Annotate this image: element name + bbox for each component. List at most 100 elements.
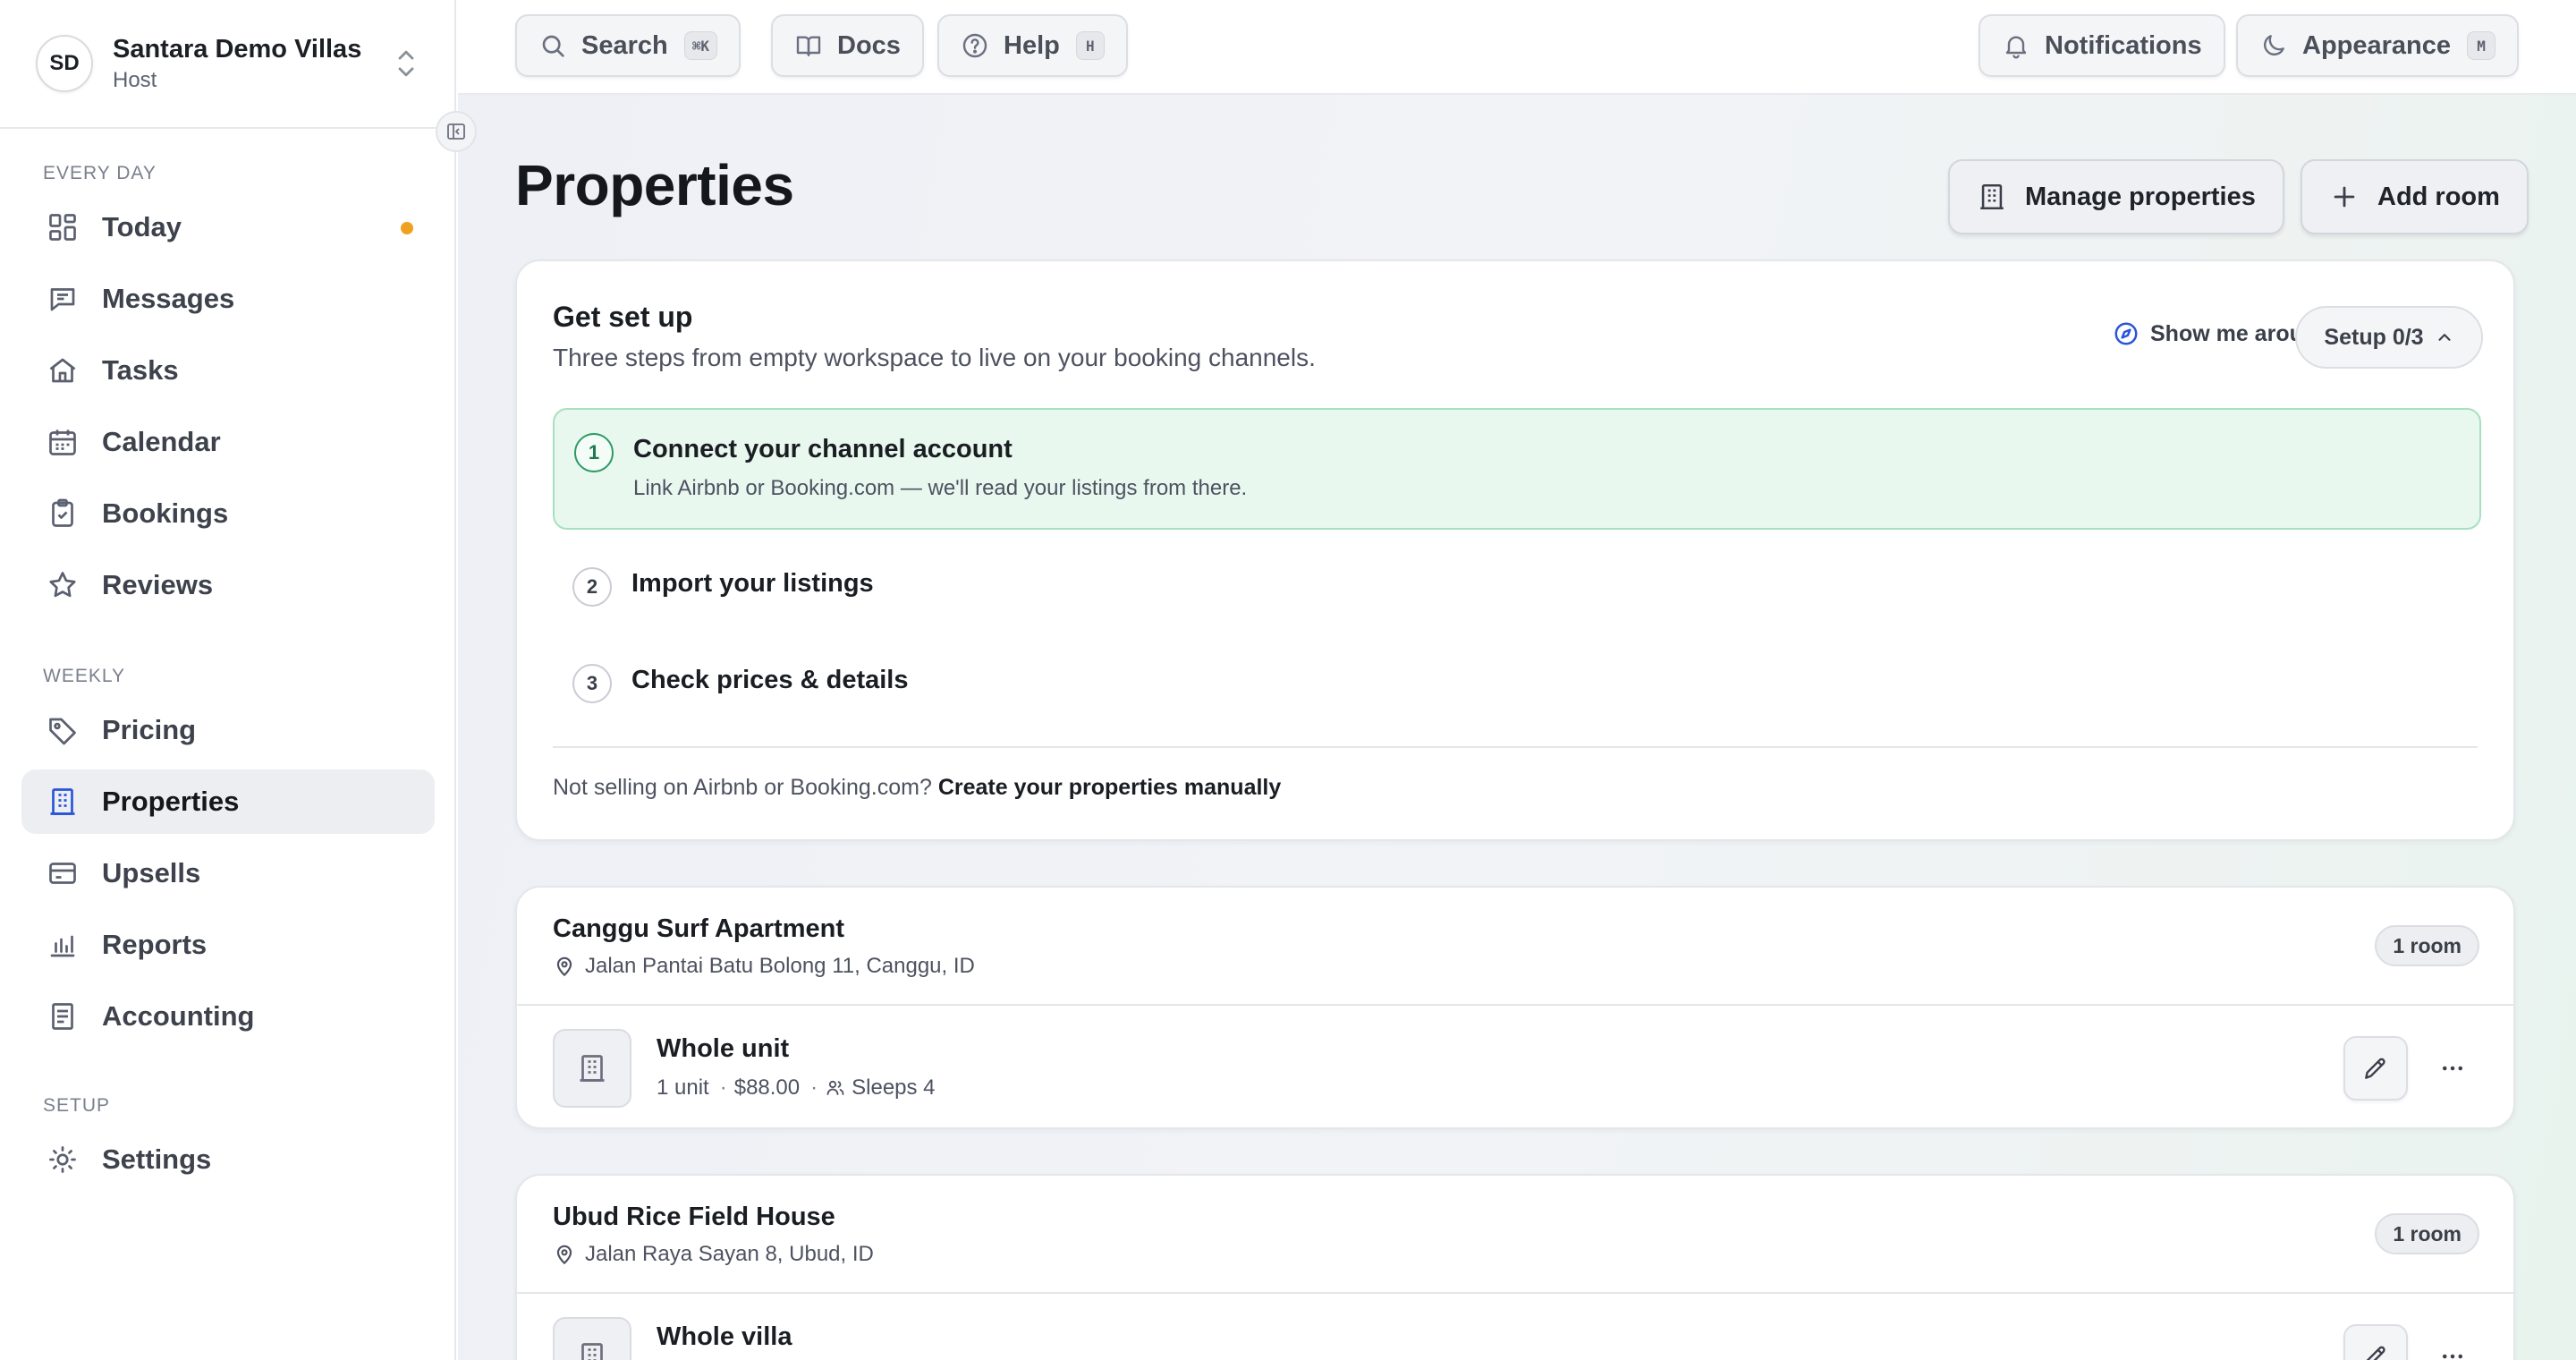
setup-subtitle: Three steps from empty workspace to live… (553, 344, 1316, 371)
room-row[interactable]: Whole villa (517, 1294, 2513, 1360)
pencil-icon (2365, 1058, 2385, 1079)
search-label: Search (581, 30, 668, 60)
property-address-text: Jalan Pantai Batu Bolong 11, Canggu, ID (585, 954, 975, 978)
tag-icon (49, 718, 76, 745)
compass-icon (2114, 322, 2138, 345)
sidebar-item-label: Today (102, 211, 182, 242)
top-bar: Search ⌘K Docs Help H Notifications Appe… (458, 0, 2576, 95)
setup-title: Get set up (553, 301, 693, 333)
divider (553, 746, 2478, 748)
property-header[interactable]: Ubud Rice Field House Jalan Raya Sayan 8… (517, 1176, 2513, 1294)
property-address: Jalan Raya Sayan 8, Ubud, ID (553, 1242, 874, 1267)
main-content: Properties Manage properties Add room Ge… (458, 95, 2576, 1360)
edit-room-button[interactable] (2343, 1324, 2408, 1360)
help-circle-icon (962, 33, 987, 58)
add-room-button[interactable]: Add room (2301, 159, 2529, 234)
notifications-button[interactable]: Notifications (1979, 14, 2225, 77)
credit-card-icon (49, 863, 76, 884)
ledger-icon (52, 1003, 73, 1030)
more-options-button[interactable] (2436, 1340, 2469, 1360)
appearance-shortcut: M (2467, 31, 2496, 60)
calendar-icon (49, 429, 76, 455)
docs-button[interactable]: Docs (771, 14, 924, 77)
sidebar-item-messages[interactable]: Messages (21, 267, 435, 331)
more-horizontal-icon (2443, 1354, 2462, 1359)
workspace-switcher[interactable]: SD Santara Demo Villas Host (0, 0, 454, 129)
separator-dot: · (719, 1075, 727, 1100)
search-button[interactable]: Search ⌘K (515, 14, 741, 77)
book-icon (796, 36, 821, 56)
room-thumbnail (553, 1317, 631, 1360)
moon-icon (2264, 35, 2284, 55)
message-icon (50, 288, 75, 311)
appearance-label: Appearance (2302, 30, 2452, 60)
edit-room-button[interactable] (2343, 1036, 2408, 1101)
nav-section-setup: SETUP Settings (21, 1093, 435, 1192)
setup-progress-label: Setup 0/3 (2324, 324, 2424, 350)
nav-heading: EVERY DAY (43, 163, 157, 183)
sidebar: SD Santara Demo Villas Host EVERY DAY To… (0, 0, 456, 1360)
workspace-avatar: SD (36, 35, 93, 92)
step-title: Check prices & details (631, 666, 909, 694)
step-number: 3 (572, 664, 612, 703)
sidebar-item-tasks[interactable]: Tasks (21, 338, 435, 403)
sidebar-item-reports[interactable]: Reports (21, 913, 435, 977)
more-options-button[interactable] (2436, 1052, 2469, 1084)
appearance-button[interactable]: Appearance M (2236, 14, 2520, 77)
sidebar-item-label: Properties (102, 786, 240, 817)
step-description: Link Airbnb or Booking.com — we'll read … (633, 476, 1248, 500)
chevron-up-down-icon (398, 50, 414, 77)
plus-icon (2334, 186, 2355, 208)
sidebar-item-label: Accounting (102, 1000, 255, 1032)
add-room-label: Add room (2377, 182, 2500, 211)
manage-properties-button[interactable]: Manage properties (1948, 159, 2284, 234)
step-title: Connect your channel account (633, 435, 1013, 463)
manual-create-prefix: Not selling on Airbnb or Booking.com? (553, 775, 932, 800)
sidebar-item-label: Tasks (102, 354, 179, 386)
setup-step-connect[interactable]: 1 Connect your channel account Link Airb… (553, 408, 2481, 530)
sidebar-item-label: Calendar (102, 426, 221, 457)
property-name: Canggu Surf Apartment (553, 914, 844, 943)
map-pin-icon (556, 1245, 572, 1264)
sidebar-item-bookings[interactable]: Bookings (21, 481, 435, 546)
notification-dot (401, 222, 413, 234)
home-icon (49, 358, 76, 383)
help-label: Help (1004, 30, 1060, 60)
help-shortcut: H (1075, 31, 1105, 60)
step-number: 2 (572, 567, 612, 607)
collapse-sidebar-button[interactable] (436, 111, 477, 152)
property-address-text: Jalan Raya Sayan 8, Ubud, ID (585, 1242, 874, 1266)
sun-gear-icon (49, 1146, 76, 1173)
sidebar-item-today[interactable]: Today (21, 195, 435, 259)
room-thumbnail (553, 1029, 631, 1108)
nav-section-every-day: EVERY DAY Today Messages Tasks Calendar … (21, 161, 435, 617)
star-icon (49, 572, 76, 598)
bar-chart-icon (50, 935, 75, 957)
search-shortcut: ⌘K (683, 31, 717, 60)
room-row[interactable]: Whole unit 1 unit · $88.00 · Sleeps 4 (517, 1006, 2513, 1129)
sidebar-item-calendar[interactable]: Calendar (21, 410, 435, 474)
setup-step-check[interactable]: 3 Check prices & details (553, 644, 2481, 723)
property-header[interactable]: Canggu Surf Apartment Jalan Pantai Batu … (517, 888, 2513, 1006)
nav-heading: WEEKLY (43, 666, 125, 686)
building-icon (581, 1343, 603, 1360)
sidebar-item-accounting[interactable]: Accounting (21, 984, 435, 1049)
manage-properties-label: Manage properties (2025, 182, 2256, 211)
more-horizontal-icon (2443, 1066, 2462, 1071)
setup-step-import[interactable]: 2 Import your listings (553, 548, 2481, 626)
pencil-icon (2366, 1346, 2385, 1360)
sidebar-item-pricing[interactable]: Pricing (21, 698, 435, 762)
create-manually-link[interactable]: Create your properties manually (938, 775, 1281, 800)
sidebar-item-reviews[interactable]: Reviews (21, 553, 435, 617)
property-address: Jalan Pantai Batu Bolong 11, Canggu, ID (553, 954, 975, 979)
sidebar-item-properties[interactable]: Properties (21, 769, 435, 834)
help-button[interactable]: Help H (937, 14, 1128, 77)
page-title: Properties (515, 153, 794, 217)
map-pin-icon (556, 956, 572, 976)
sidebar-item-upsells[interactable]: Upsells (21, 841, 435, 905)
sidebar-item-settings[interactable]: Settings (21, 1127, 435, 1192)
sidebar-item-label: Bookings (102, 497, 229, 529)
setup-progress-toggle[interactable]: Setup 0/3 (2295, 306, 2483, 369)
room-price: $88.00 (733, 1075, 801, 1100)
sidebar-item-label: Settings (102, 1143, 212, 1175)
